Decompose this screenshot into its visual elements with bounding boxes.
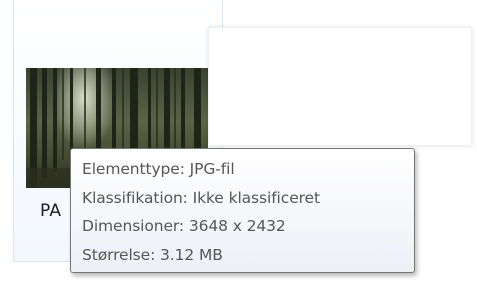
file-name-label: PA [40, 201, 62, 221]
tooltip-line-classification: Klassifikation: Ikke klassificeret [82, 188, 320, 207]
tooltip-line-dimensions: Dimensioner: 3648 x 2432 [82, 217, 286, 235]
tooltip-line-size: Størrelse: 3.12 MB [82, 245, 223, 264]
preview-panel [208, 27, 472, 146]
file-info-tooltip: Elementtype: JPG-fil Klassifikation: Ikk… [70, 148, 415, 273]
tooltip-line-type: Elementtype: JPG-fil [82, 160, 235, 178]
